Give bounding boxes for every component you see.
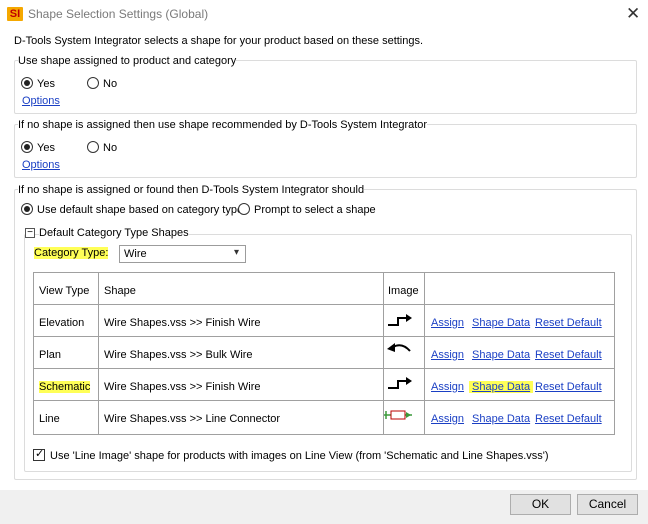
- radio-use-default-shape[interactable]: [21, 203, 33, 215]
- line-image-checkbox-label: Use 'Line Image' shape for products with…: [50, 450, 549, 462]
- chevron-down-icon: ▾: [234, 247, 240, 258]
- reset-default-link-line[interactable]: Reset Default: [535, 413, 602, 425]
- group-title-default-category: Default Category Type Shapes: [39, 227, 189, 239]
- table-divider: [424, 273, 425, 434]
- group-title-fallback: If no shape is assigned or found then D-…: [18, 184, 365, 196]
- assign-link-plan[interactable]: Assign: [431, 349, 464, 361]
- assign-link-elevation[interactable]: Assign: [431, 317, 464, 329]
- assign-link-line[interactable]: Assign: [431, 413, 464, 425]
- category-type-value: Wire: [124, 248, 147, 260]
- assign-link-schematic[interactable]: Assign: [431, 381, 464, 393]
- row-schematic-shape: Wire Shapes.vss >> Finish Wire: [104, 381, 261, 393]
- row-plan-shape: Wire Shapes.vss >> Bulk Wire: [104, 349, 253, 361]
- row-plan-view-type: Plan: [39, 349, 62, 361]
- finish-wire-shape-icon: [386, 376, 412, 392]
- collapse-icon[interactable]: −: [25, 228, 35, 238]
- radio-use-default-shape-label: Use default shape based on category type: [37, 204, 244, 216]
- radio-recommended-no[interactable]: [87, 141, 99, 153]
- group-title-use-assigned: Use shape assigned to product and catego…: [18, 55, 237, 67]
- shape-data-link-line[interactable]: Shape Data: [472, 413, 530, 425]
- table-divider: [34, 304, 614, 305]
- shape-data-link-plan[interactable]: Shape Data: [472, 349, 530, 361]
- column-header-image: Image: [388, 285, 419, 297]
- intro-text: D-Tools System Integrator selects a shap…: [14, 35, 424, 47]
- close-icon[interactable]: ✕: [626, 4, 640, 24]
- shapes-table: View Type Shape Image Elevation Wire Sha…: [33, 272, 615, 435]
- radio-prompt-select-shape-label: Prompt to select a shape: [254, 204, 376, 216]
- row-line-shape: Wire Shapes.vss >> Line Connector: [104, 413, 281, 425]
- radio-recommended-yes-label: Yes: [37, 142, 55, 154]
- options-link-recommended[interactable]: Options: [22, 159, 60, 171]
- radio-assigned-no[interactable]: [87, 77, 99, 89]
- radio-assigned-yes-label: Yes: [37, 78, 55, 90]
- row-schematic-view-type: Schematic: [39, 381, 91, 393]
- category-type-select[interactable]: Wire ▾: [119, 245, 246, 263]
- window-title: Shape Selection Settings (Global): [28, 7, 209, 21]
- reset-default-link-schematic[interactable]: Reset Default: [535, 381, 602, 393]
- radio-assigned-yes[interactable]: [21, 77, 33, 89]
- row-elevation-shape: Wire Shapes.vss >> Finish Wire: [104, 317, 261, 329]
- bulk-wire-shape-icon: [387, 343, 411, 352]
- line-image-checkbox[interactable]: [33, 447, 45, 461]
- reset-default-link-plan[interactable]: Reset Default: [535, 349, 602, 361]
- app-icon: SI: [7, 7, 23, 21]
- table-divider: [34, 336, 614, 337]
- table-divider: [98, 273, 99, 434]
- radio-assigned-no-label: No: [103, 78, 118, 90]
- line-connector-shape-icon: [384, 410, 412, 420]
- radio-recommended-no-label: No: [103, 142, 118, 154]
- row-line-view-type: Line: [39, 413, 60, 425]
- radio-recommended-yes[interactable]: [21, 141, 33, 153]
- ok-button[interactable]: OK: [510, 494, 571, 515]
- table-divider: [34, 400, 614, 401]
- radio-prompt-select-shape[interactable]: [238, 203, 250, 215]
- reset-default-link-elevation[interactable]: Reset Default: [535, 317, 602, 329]
- column-header-view-type: View Type: [39, 285, 90, 297]
- group-title-recommended: If no shape is assigned then use shape r…: [18, 119, 428, 131]
- category-type-label: Category Type:: [34, 247, 109, 259]
- shape-data-link-schematic[interactable]: Shape Data: [469, 381, 534, 393]
- shape-data-link-elevation[interactable]: Shape Data: [472, 317, 530, 329]
- finish-wire-shape-icon: [386, 313, 412, 329]
- column-header-shape: Shape: [104, 285, 136, 297]
- cancel-button[interactable]: Cancel: [577, 494, 638, 515]
- table-divider: [34, 368, 614, 369]
- row-elevation-view-type: Elevation: [39, 317, 85, 329]
- options-link-assigned[interactable]: Options: [22, 95, 60, 107]
